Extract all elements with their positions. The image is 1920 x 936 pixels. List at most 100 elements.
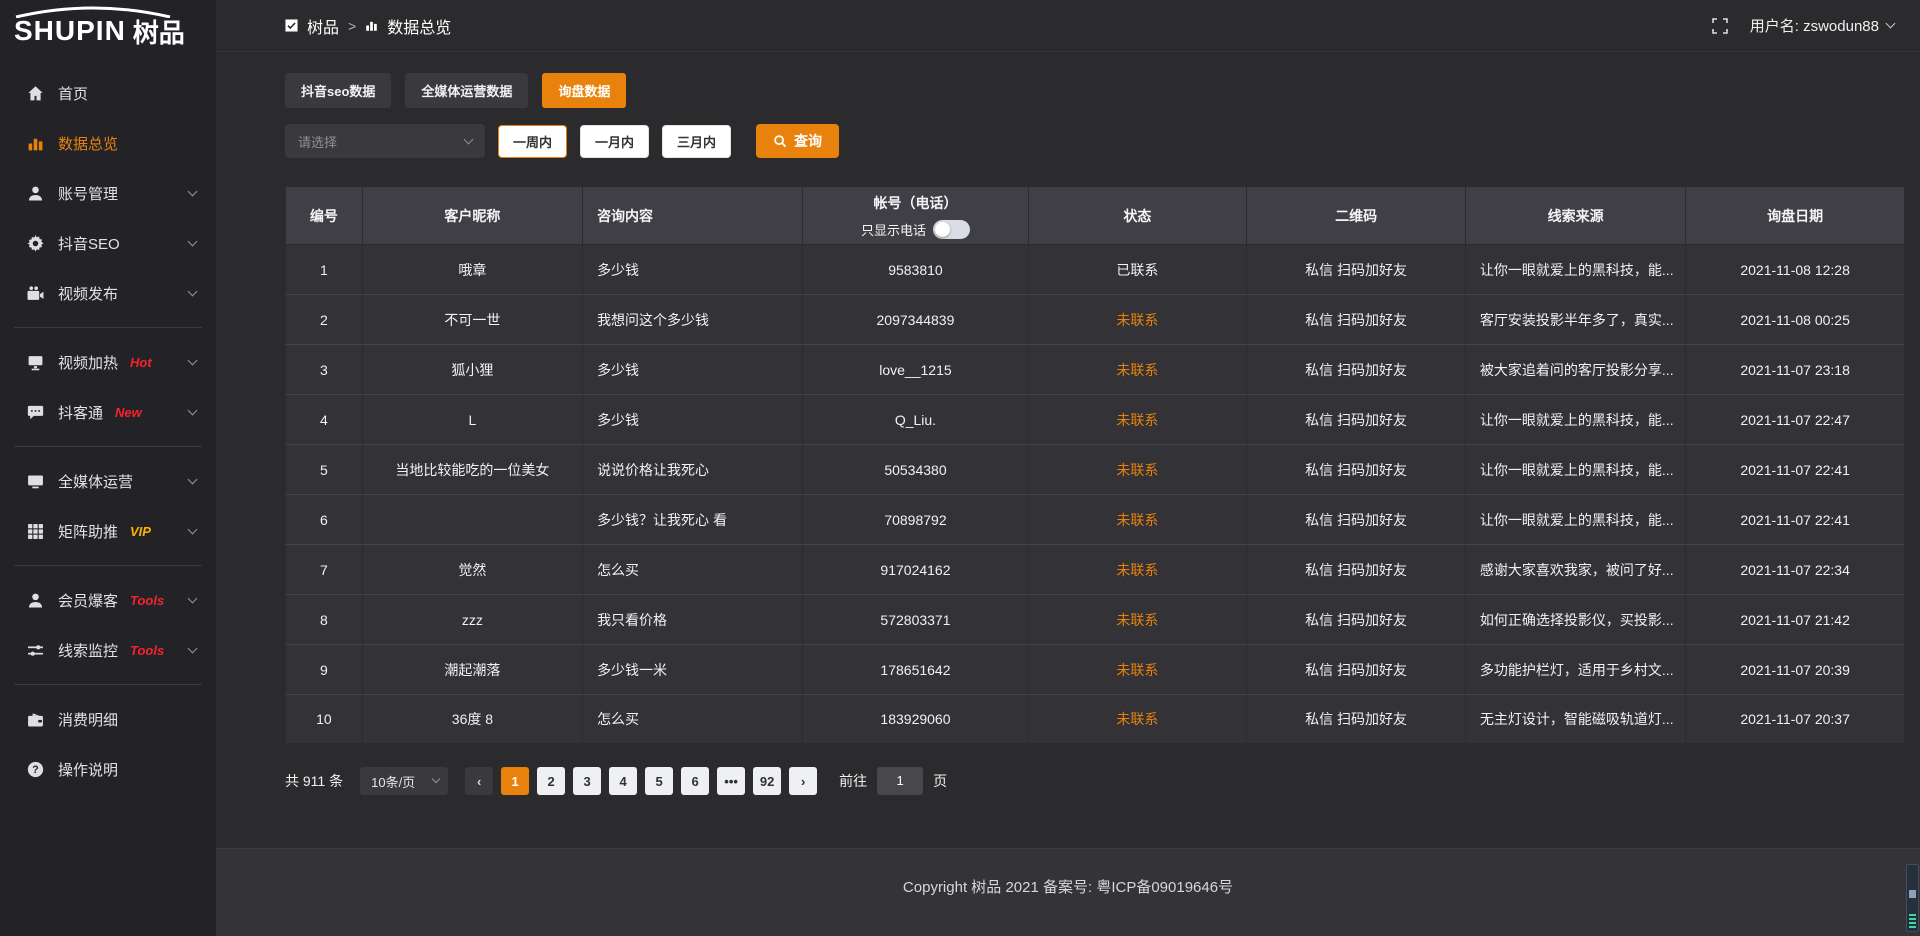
cell-account: 70898792: [803, 494, 1028, 544]
page-size-select[interactable]: 10条/页: [360, 767, 448, 795]
sidebar-item-label: 线索监控: [58, 640, 118, 661]
bar-chart-icon: [26, 134, 44, 152]
page-button-92[interactable]: 92: [753, 767, 781, 795]
sidebar-item-doukettong[interactable]: 抖客通 New: [0, 387, 216, 437]
cell-nickname: 当地比较能吃的一位美女: [363, 444, 583, 494]
pagination: 共 911 条 10条/页 ‹ 1 2 3 4 5 6 ••• 92 › 前往 …: [285, 767, 1905, 795]
range-quarter-button[interactable]: 三月内: [662, 125, 731, 158]
page-button-1[interactable]: 1: [501, 767, 529, 795]
cell-account: 572803371: [803, 594, 1028, 644]
cell-content: 怎么买: [583, 694, 803, 744]
sidebar-item-member-leads[interactable]: 会员爆客 Tools: [0, 575, 216, 625]
range-month-button[interactable]: 一月内: [580, 125, 649, 158]
sidebar-item-label: 视频发布: [58, 283, 118, 304]
media-screen-icon: [26, 472, 44, 490]
cell-qrcode-link[interactable]: 私信 扫码加好友: [1247, 394, 1466, 444]
cell-status: 未联系: [1029, 394, 1248, 444]
col-qrcode: 二维码: [1247, 187, 1466, 244]
prev-page-button[interactable]: ‹: [465, 767, 493, 795]
range-week-button[interactable]: 一周内: [498, 125, 567, 158]
menu-divider: [14, 684, 202, 685]
sidebar-item-label: 全媒体运营: [58, 471, 133, 492]
cell-source-link[interactable]: 让你一眼就爱上的黑科技，能...: [1466, 244, 1686, 294]
sidebar-item-help[interactable]: ? 操作说明: [0, 744, 216, 794]
cell-nickname: 不可一世: [363, 294, 583, 344]
cell-qrcode-link[interactable]: 私信 扫码加好友: [1247, 494, 1466, 544]
cell-source-link[interactable]: 多功能护栏灯，适用于乡村文...: [1466, 644, 1686, 694]
tools-badge: Tools: [130, 643, 164, 658]
tab-douyin-seo-data[interactable]: 抖音seo数据: [285, 73, 391, 108]
col-nickname: 客户昵称: [363, 187, 583, 244]
cell-qrcode-link[interactable]: 私信 扫码加好友: [1247, 694, 1466, 744]
square-check-icon: [285, 19, 298, 32]
tab-omnimedia-data[interactable]: 全媒体运营数据: [405, 73, 528, 108]
cell-qrcode-link[interactable]: 私信 扫码加好友: [1247, 244, 1466, 294]
cell-account: love__1215: [803, 344, 1028, 394]
cell-source-link[interactable]: 如何正确选择投影仪，买投影...: [1466, 594, 1686, 644]
phone-only-toggle[interactable]: [933, 220, 970, 239]
cell-nickname: 觉然: [363, 544, 583, 594]
cell-qrcode-link[interactable]: 私信 扫码加好友: [1247, 294, 1466, 344]
sidebar-item-data-overview[interactable]: 数据总览: [0, 118, 216, 168]
cell-id: 6: [285, 494, 363, 544]
page-button-2[interactable]: 2: [537, 767, 565, 795]
sidebar-item-home[interactable]: 首页: [0, 68, 216, 118]
page-button-6[interactable]: 6: [681, 767, 709, 795]
fullscreen-icon[interactable]: [1712, 18, 1728, 34]
breadcrumb-root[interactable]: 树品: [307, 14, 339, 38]
cell-source-link[interactable]: 无主灯设计，智能磁吸轨道灯...: [1466, 694, 1686, 744]
cell-nickname: 36度 8: [363, 694, 583, 744]
question-icon: ?: [26, 760, 44, 778]
cell-source-link[interactable]: 让你一眼就爱上的黑科技，能...: [1466, 444, 1686, 494]
cell-source-link[interactable]: 让你一眼就爱上的黑科技，能...: [1466, 494, 1686, 544]
sidebar-item-omnimedia[interactable]: 全媒体运营: [0, 456, 216, 506]
tab-inquiry-data[interactable]: 询盘数据: [542, 73, 626, 108]
cell-qrcode-link[interactable]: 私信 扫码加好友: [1247, 344, 1466, 394]
member-icon: [26, 591, 44, 609]
cell-nickname: 哦章: [363, 244, 583, 294]
breadcrumb-separator: >: [348, 18, 356, 34]
sidebar-menu: 首页 数据总览 账号管理 抖音SEO 视频发布 视频加热 Hot: [0, 62, 216, 794]
cell-date: 2021-11-07 20:39: [1686, 644, 1905, 694]
cell-qrcode-link[interactable]: 私信 扫码加好友: [1247, 544, 1466, 594]
cell-source-link[interactable]: 被大家追着问的客厅投影分享...: [1466, 344, 1686, 394]
sidebar-item-video-heat[interactable]: 视频加热 Hot: [0, 337, 216, 387]
username-label: 用户名: zswodun88: [1750, 15, 1879, 36]
table-row: 9 潮起潮落 多少钱一米 178651642 未联系 私信 扫码加好友 多功能护…: [285, 644, 1905, 694]
cell-date: 2021-11-08 00:25: [1686, 294, 1905, 344]
col-account: 帐号（电话） 只显示电话: [803, 187, 1028, 244]
cell-id: 8: [285, 594, 363, 644]
table-row: 10 36度 8 怎么买 183929060 未联系 私信 扫码加好友 无主灯设…: [285, 694, 1905, 744]
wallet-icon: [26, 710, 44, 728]
sidebar-item-spending-detail[interactable]: 消费明细: [0, 694, 216, 744]
user-menu[interactable]: 用户名: zswodun88: [1750, 15, 1894, 36]
search-button[interactable]: 查询: [756, 124, 839, 158]
cell-status: 未联系: [1029, 344, 1248, 394]
sidebar-item-video-publish[interactable]: 视频发布: [0, 268, 216, 318]
floating-widget[interactable]: [1906, 864, 1919, 932]
chevron-down-icon: [188, 186, 198, 196]
cell-source-link[interactable]: 让你一眼就爱上的黑科技，能...: [1466, 394, 1686, 444]
page-button-3[interactable]: 3: [573, 767, 601, 795]
goto-suffix: 页: [933, 771, 947, 791]
more-pages-button[interactable]: •••: [717, 767, 745, 795]
cell-qrcode-link[interactable]: 私信 扫码加好友: [1247, 444, 1466, 494]
page-button-5[interactable]: 5: [645, 767, 673, 795]
sidebar-item-matrix-boost[interactable]: 矩阵助推 VIP: [0, 506, 216, 556]
account-select[interactable]: 请选择: [285, 124, 485, 158]
monitor-heat-icon: [26, 353, 44, 371]
cell-qrcode-link[interactable]: 私信 扫码加好友: [1247, 644, 1466, 694]
goto-page-input[interactable]: 1: [877, 767, 923, 795]
sidebar-item-lead-monitor[interactable]: 线索监控 Tools: [0, 625, 216, 675]
menu-divider: [14, 446, 202, 447]
cell-source-link[interactable]: 感谢大家喜欢我家，被问了好...: [1466, 544, 1686, 594]
cell-source-link[interactable]: 客厅安装投影半年多了，真实...: [1466, 294, 1686, 344]
user-icon: [26, 184, 44, 202]
cell-qrcode-link[interactable]: 私信 扫码加好友: [1247, 594, 1466, 644]
next-page-button[interactable]: ›: [789, 767, 817, 795]
chevron-down-icon: [188, 643, 198, 653]
page-button-4[interactable]: 4: [609, 767, 637, 795]
cell-date: 2021-11-08 12:28: [1686, 244, 1905, 294]
sidebar-item-account-mgmt[interactable]: 账号管理: [0, 168, 216, 218]
sidebar-item-douyin-seo[interactable]: 抖音SEO: [0, 218, 216, 268]
